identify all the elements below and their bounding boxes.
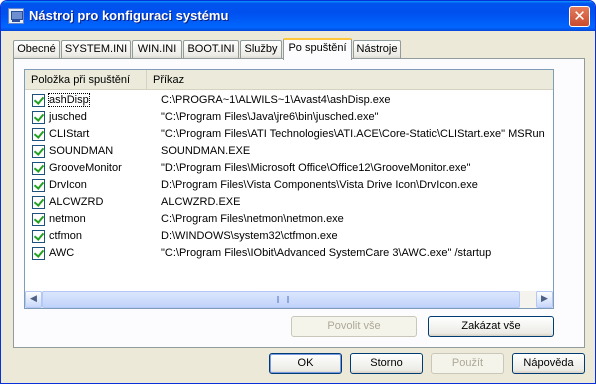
horizontal-scrollbar[interactable]: ◀ ▶ bbox=[25, 291, 553, 308]
startup-checkbox[interactable] bbox=[32, 128, 45, 141]
column-header-command[interactable]: Příkaz bbox=[147, 70, 553, 89]
startup-item-command: D:\WINDOWS\system32\ctfmon.exe bbox=[161, 230, 338, 242]
system-configuration-window: Nástroj pro konfiguraci systému ✕ Obecné… bbox=[0, 0, 596, 384]
startup-checkbox[interactable] bbox=[32, 94, 45, 107]
list-rows: ashDisp C:\PROGRA~1\ALWILS~1\Avast4\ashD… bbox=[25, 92, 553, 262]
startup-item-command: "C:\Program Files\IObit\Advanced SystemC… bbox=[161, 247, 492, 259]
title-bar[interactable]: Nástroj pro konfiguraci systému ✕ bbox=[1, 1, 595, 31]
list-item[interactable]: DrvIcon D:\Program Files\Vista Component… bbox=[25, 177, 553, 194]
list-item[interactable]: jusched "C:\Program Files\Java\jre6\bin\… bbox=[25, 109, 553, 126]
tab-boot-ini[interactable]: BOOT.INI bbox=[183, 40, 239, 59]
startup-checkbox[interactable] bbox=[32, 213, 45, 226]
startup-checkbox[interactable] bbox=[32, 145, 45, 158]
startup-item-name: ctfmon bbox=[49, 230, 83, 242]
scroll-left-arrow-icon[interactable]: ◀ bbox=[25, 291, 42, 308]
list-header: Položka při spuštění Příkaz bbox=[25, 70, 553, 90]
startup-item-name: GrooveMonitor bbox=[49, 162, 122, 174]
disable-all-button[interactable]: Zakázat vše bbox=[428, 316, 554, 337]
tab-win-ini[interactable]: WIN.INI bbox=[132, 40, 182, 59]
list-item[interactable]: ALCWZRD ALCWZRD.EXE bbox=[25, 194, 553, 211]
ok-button[interactable]: OK bbox=[269, 353, 342, 374]
tab-startup[interactable]: Po spuštění bbox=[283, 38, 352, 60]
startup-checkbox[interactable] bbox=[32, 111, 45, 124]
startup-item-command: C:\PROGRA~1\ALWILS~1\Avast4\ashDisp.exe bbox=[161, 94, 391, 106]
close-button[interactable]: ✕ bbox=[569, 6, 590, 27]
tab-general[interactable]: Obecné bbox=[13, 40, 60, 59]
startup-checkbox[interactable] bbox=[32, 196, 45, 209]
tab-tools[interactable]: Nástroje bbox=[353, 40, 401, 59]
column-header-startup-item[interactable]: Položka při spuštění bbox=[25, 70, 147, 89]
apply-button[interactable]: Použít bbox=[431, 353, 504, 374]
startup-item-name: netmon bbox=[49, 213, 86, 225]
startup-item-command: SOUNDMAN.EXE bbox=[161, 145, 251, 157]
startup-item-command: "C:\Program Files\ATI Technologies\ATI.A… bbox=[161, 128, 545, 140]
startup-checkbox[interactable] bbox=[32, 179, 45, 192]
startup-checkbox[interactable] bbox=[32, 247, 45, 260]
list-item[interactable]: netmon C:\Program Files\netmon\netmon.ex… bbox=[25, 211, 553, 228]
enable-all-button[interactable]: Povolit vše bbox=[291, 316, 417, 337]
startup-checkbox[interactable] bbox=[32, 162, 45, 175]
list-item[interactable]: ashDisp C:\PROGRA~1\ALWILS~1\Avast4\ashD… bbox=[25, 92, 553, 109]
startup-item-name: CLIStart bbox=[49, 128, 90, 140]
help-button[interactable]: Nápověda bbox=[512, 353, 585, 374]
startup-item-command: ALCWZRD.EXE bbox=[161, 196, 241, 208]
startup-item-name: AWC bbox=[49, 247, 75, 259]
startup-item-name: SOUNDMAN bbox=[49, 145, 114, 157]
startup-checkbox[interactable] bbox=[32, 230, 45, 243]
list-item[interactable]: AWC "C:\Program Files\IObit\Advanced Sys… bbox=[25, 245, 553, 262]
startup-item-command: "C:\Program Files\Java\jre6\bin\jusched.… bbox=[161, 111, 379, 123]
tab-services[interactable]: Služby bbox=[240, 40, 282, 59]
tab-system-ini[interactable]: SYSTEM.INI bbox=[61, 40, 131, 59]
startup-item-command: "D:\Program Files\Microsoft Office\Offic… bbox=[161, 162, 471, 174]
startup-tab-panel: Položka při spuštění Příkaz ashDisp C:\P… bbox=[13, 58, 585, 348]
startup-item-command: C:\Program Files\netmon\netmon.exe bbox=[161, 213, 344, 225]
startup-item-name: ALCWZRD bbox=[49, 196, 104, 208]
cancel-button[interactable]: Storno bbox=[350, 353, 423, 374]
list-item[interactable]: SOUNDMAN SOUNDMAN.EXE bbox=[25, 143, 553, 160]
startup-item-name: ashDisp bbox=[48, 93, 90, 107]
startup-item-name: jusched bbox=[49, 111, 87, 123]
app-icon bbox=[8, 8, 24, 24]
startup-item-command: D:\Program Files\Vista Components\Vista … bbox=[161, 179, 478, 191]
startup-item-name: DrvIcon bbox=[49, 179, 87, 191]
window-title: Nástroj pro konfiguraci systému bbox=[29, 8, 229, 23]
startup-items-list[interactable]: Položka při spuštění Příkaz ashDisp C:\P… bbox=[24, 69, 554, 309]
list-item[interactable]: CLIStart "C:\Program Files\ATI Technolog… bbox=[25, 126, 553, 143]
list-item[interactable]: GrooveMonitor "D:\Program Files\Microsof… bbox=[25, 160, 553, 177]
scroll-right-arrow-icon[interactable]: ▶ bbox=[536, 291, 553, 308]
list-item[interactable]: ctfmon D:\WINDOWS\system32\ctfmon.exe bbox=[25, 228, 553, 245]
scrollbar-thumb[interactable] bbox=[42, 291, 520, 308]
